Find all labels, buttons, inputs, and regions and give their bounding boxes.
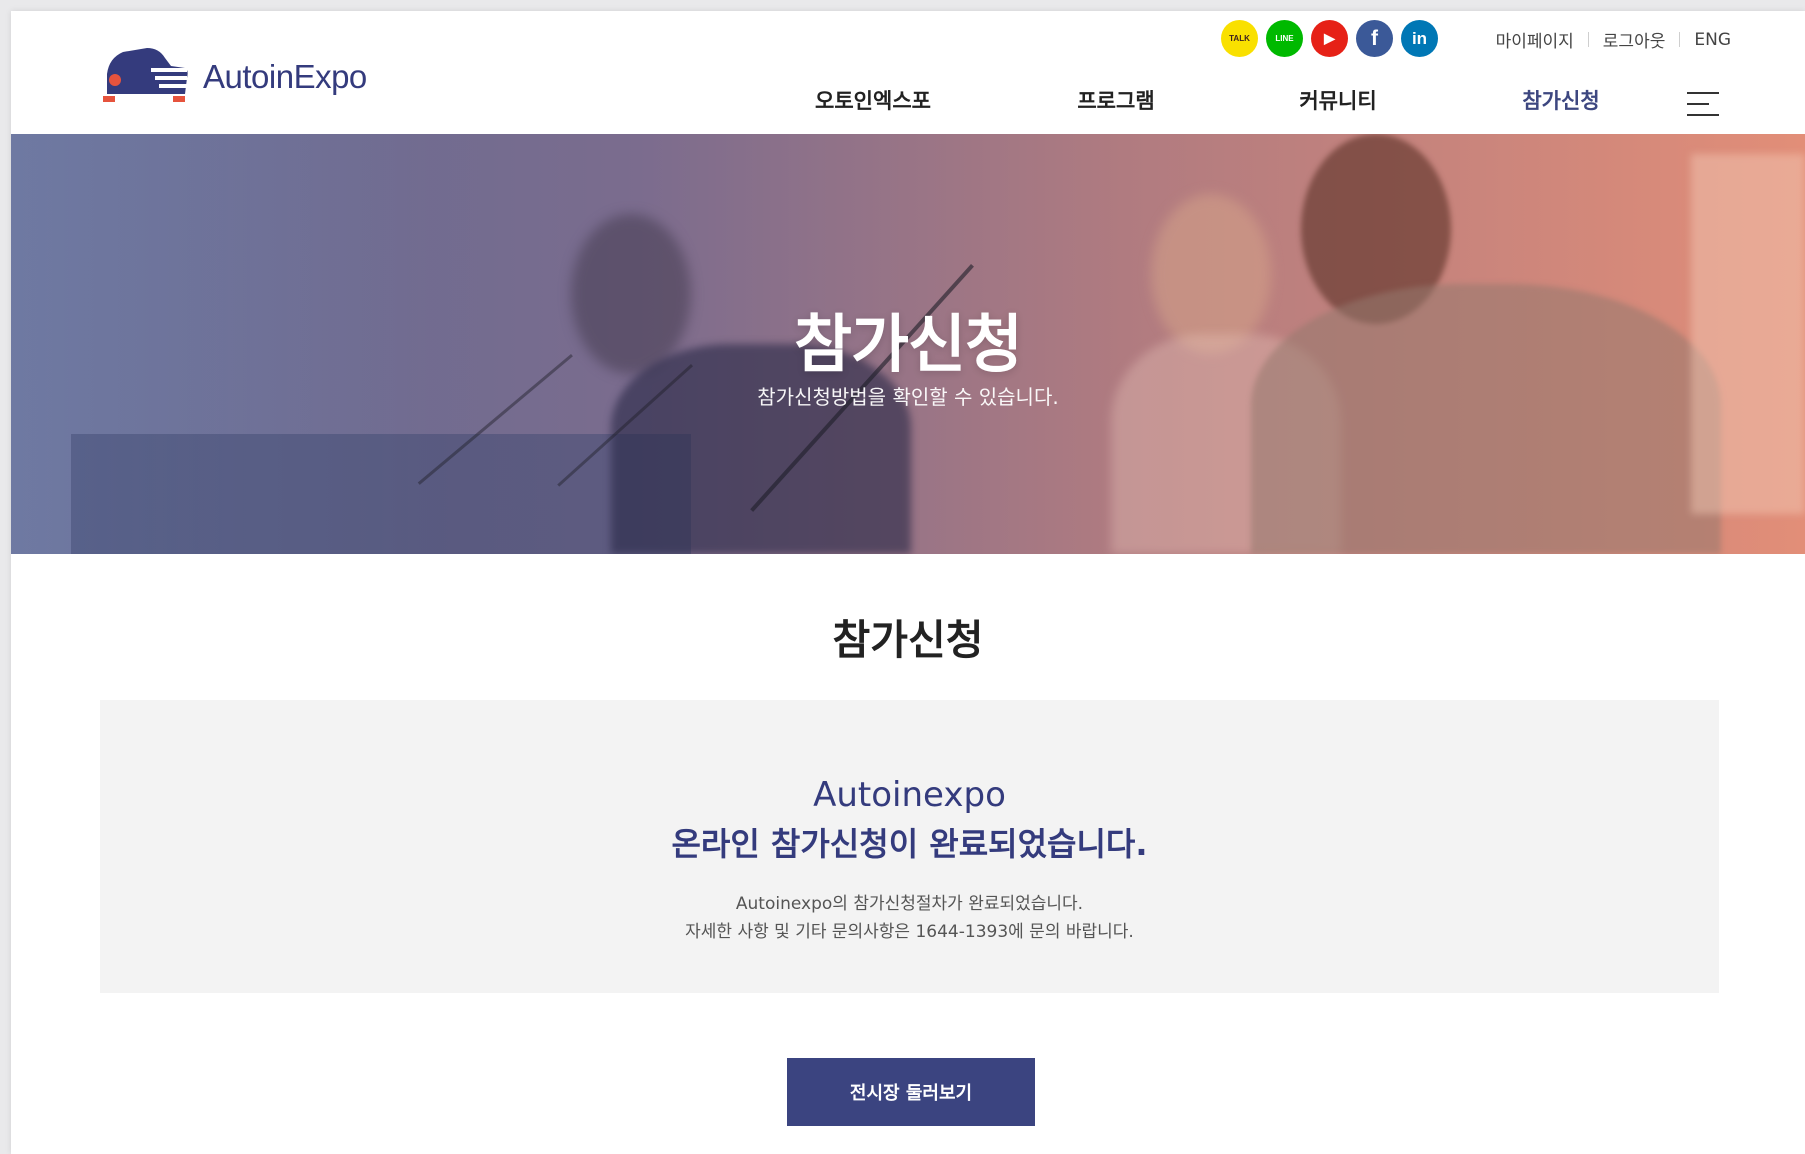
mypage-link[interactable]: 마이페이지 <box>1496 27 1574 52</box>
hero-banner: 참가신청 참가신청방법을 확인할 수 있습니다. <box>11 134 1805 554</box>
section-title: 참가신청 <box>832 616 984 664</box>
utility-links: 마이페이지 로그아웃 ENG <box>1496 27 1731 53</box>
notice-brand: Autoinexpo <box>813 775 1006 815</box>
notice-message: 온라인 참가신청이 완료되었습니다. <box>671 825 1148 863</box>
logout-link[interactable]: 로그아웃 <box>1603 27 1666 52</box>
social-links: TALK LINE ▶ f in <box>1221 20 1438 57</box>
nav-item-autoinexpo[interactable]: 오토인엑스포 <box>815 85 931 115</box>
notice-description-line-1: Autoinexpo의 참가신청절차가 완료되었습니다. <box>735 894 1084 914</box>
nav-item-registration[interactable]: 참가신청 <box>1522 85 1599 115</box>
site-header: AutoinExpo TALK LINE ▶ f in 마이페이지 로그아웃 E… <box>11 11 1805 134</box>
hero-title: 참가신청 <box>794 308 1023 381</box>
kakaotalk-icon[interactable]: TALK <box>1221 20 1258 57</box>
nav-item-program[interactable]: 프로그램 <box>1077 85 1154 115</box>
nav-item-community[interactable]: 커뮤니티 <box>1299 85 1376 115</box>
linkedin-icon[interactable]: in <box>1401 20 1438 57</box>
youtube-icon[interactable]: ▶ <box>1311 20 1348 57</box>
completion-notice-box: Autoinexpo 온라인 참가신청이 완료되었습니다. Autoinexpo… <box>100 700 1719 993</box>
divider <box>1679 32 1681 47</box>
notice-description-line-2: 자세한 사항 및 기타 문의사항은 1644-1393에 문의 바랍니다. <box>685 922 1134 942</box>
line-icon[interactable]: LINE <box>1266 20 1303 57</box>
facebook-icon[interactable]: f <box>1356 20 1393 57</box>
view-exhibition-button[interactable]: 전시장 둘러보기 <box>787 1058 1035 1126</box>
language-eng-link[interactable]: ENG <box>1694 30 1731 50</box>
main-nav: 오토인엑스포 프로그램 커뮤니티 참가신청 <box>11 85 1805 125</box>
menu-hamburger-icon[interactable] <box>1687 91 1719 117</box>
hero-subtitle: 참가신청방법을 확인할 수 있습니다. <box>757 385 1059 409</box>
divider <box>1587 32 1589 47</box>
page: AutoinExpo TALK LINE ▶ f in 마이페이지 로그아웃 E… <box>11 11 1805 1154</box>
